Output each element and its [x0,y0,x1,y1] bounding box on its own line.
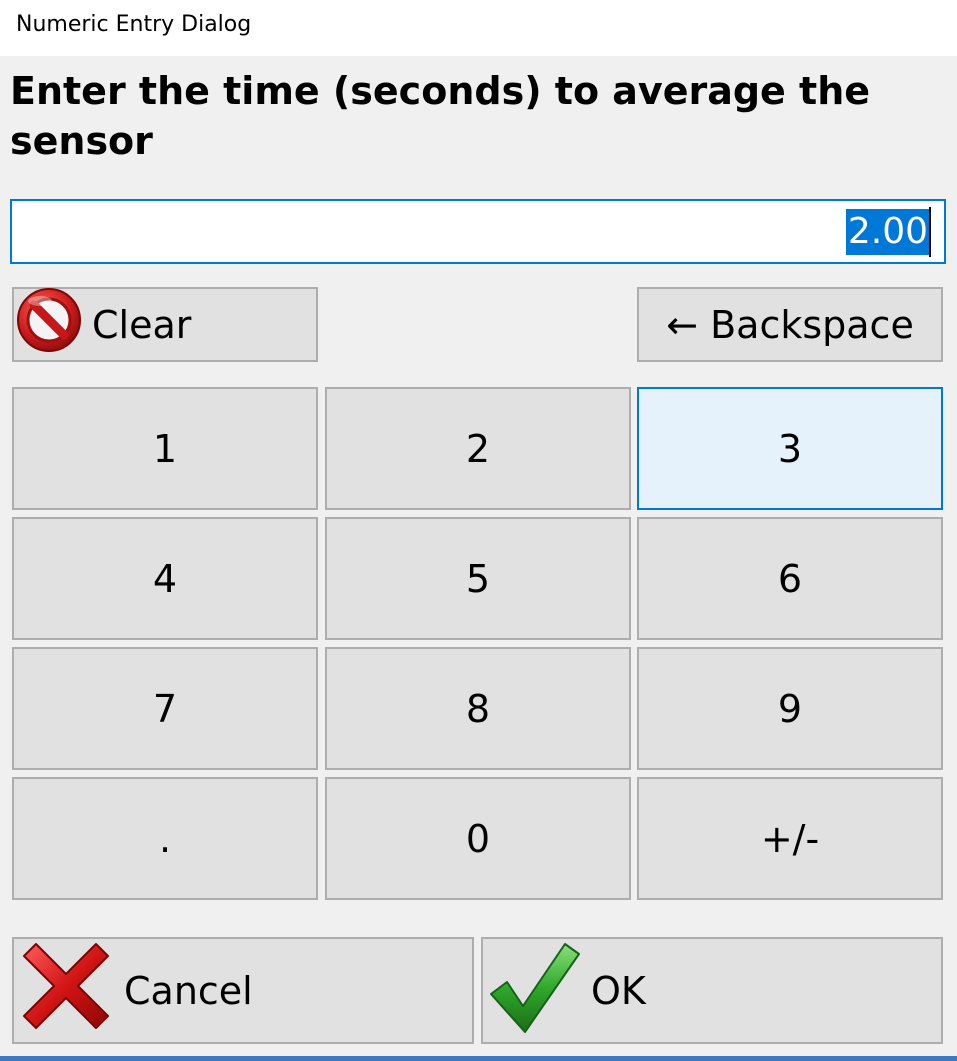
window-title: Numeric Entry Dialog [16,12,252,37]
cancel-button[interactable]: Cancel [12,937,474,1044]
cancel-label: Cancel [124,968,253,1013]
key-label: 4 [152,556,178,601]
key-1-button[interactable]: 1 [12,387,318,510]
key-9-button[interactable]: 9 [637,647,943,770]
ok-button[interactable]: OK [481,937,943,1044]
ok-label: OK [591,968,646,1013]
key-0-button[interactable]: 0 [325,777,631,900]
key-label: 2 [465,426,491,471]
key-2-button[interactable]: 2 [325,387,631,510]
numeric-entry-field[interactable]: 2.00 [10,199,946,264]
key-6-button[interactable]: 6 [637,517,943,640]
title-bar[interactable]: Numeric Entry Dialog [0,0,957,56]
key-label: 1 [152,426,178,471]
backspace-label: ← Backspace [666,302,914,347]
key-5-button[interactable]: 5 [325,517,631,640]
key-8-button[interactable]: 8 [325,647,631,770]
key-3-button[interactable]: 3 [637,387,943,510]
selected-value[interactable]: 2.00 [845,209,930,255]
key-7-button[interactable]: 7 [12,647,318,770]
text-caret [929,207,931,257]
key-label: 9 [777,686,803,731]
no-entry-icon [16,287,82,362]
key-label: 5 [465,556,491,601]
green-check-icon [485,936,581,1045]
prompt-text: Enter the time (seconds) to average the … [10,69,871,163]
key-label: 8 [465,686,491,731]
decimal-point-button[interactable]: . [12,777,318,900]
key-4-button[interactable]: 4 [12,517,318,640]
key-label: 3 [777,426,803,471]
window-bottom-border [0,1056,957,1061]
numeric-entry-dialog: Numeric Entry Dialog Enter the time (sec… [0,0,957,1061]
clear-button[interactable]: Clear [12,287,318,362]
key-label: 6 [777,556,803,601]
key-label: +/- [760,816,820,861]
key-label: 7 [152,686,178,731]
backspace-button[interactable]: ← Backspace [637,287,943,362]
sign-toggle-button[interactable]: +/- [637,777,943,900]
key-label: . [158,816,172,861]
red-x-icon [16,936,116,1045]
key-label: 0 [465,816,491,861]
clear-label: Clear [92,302,192,347]
